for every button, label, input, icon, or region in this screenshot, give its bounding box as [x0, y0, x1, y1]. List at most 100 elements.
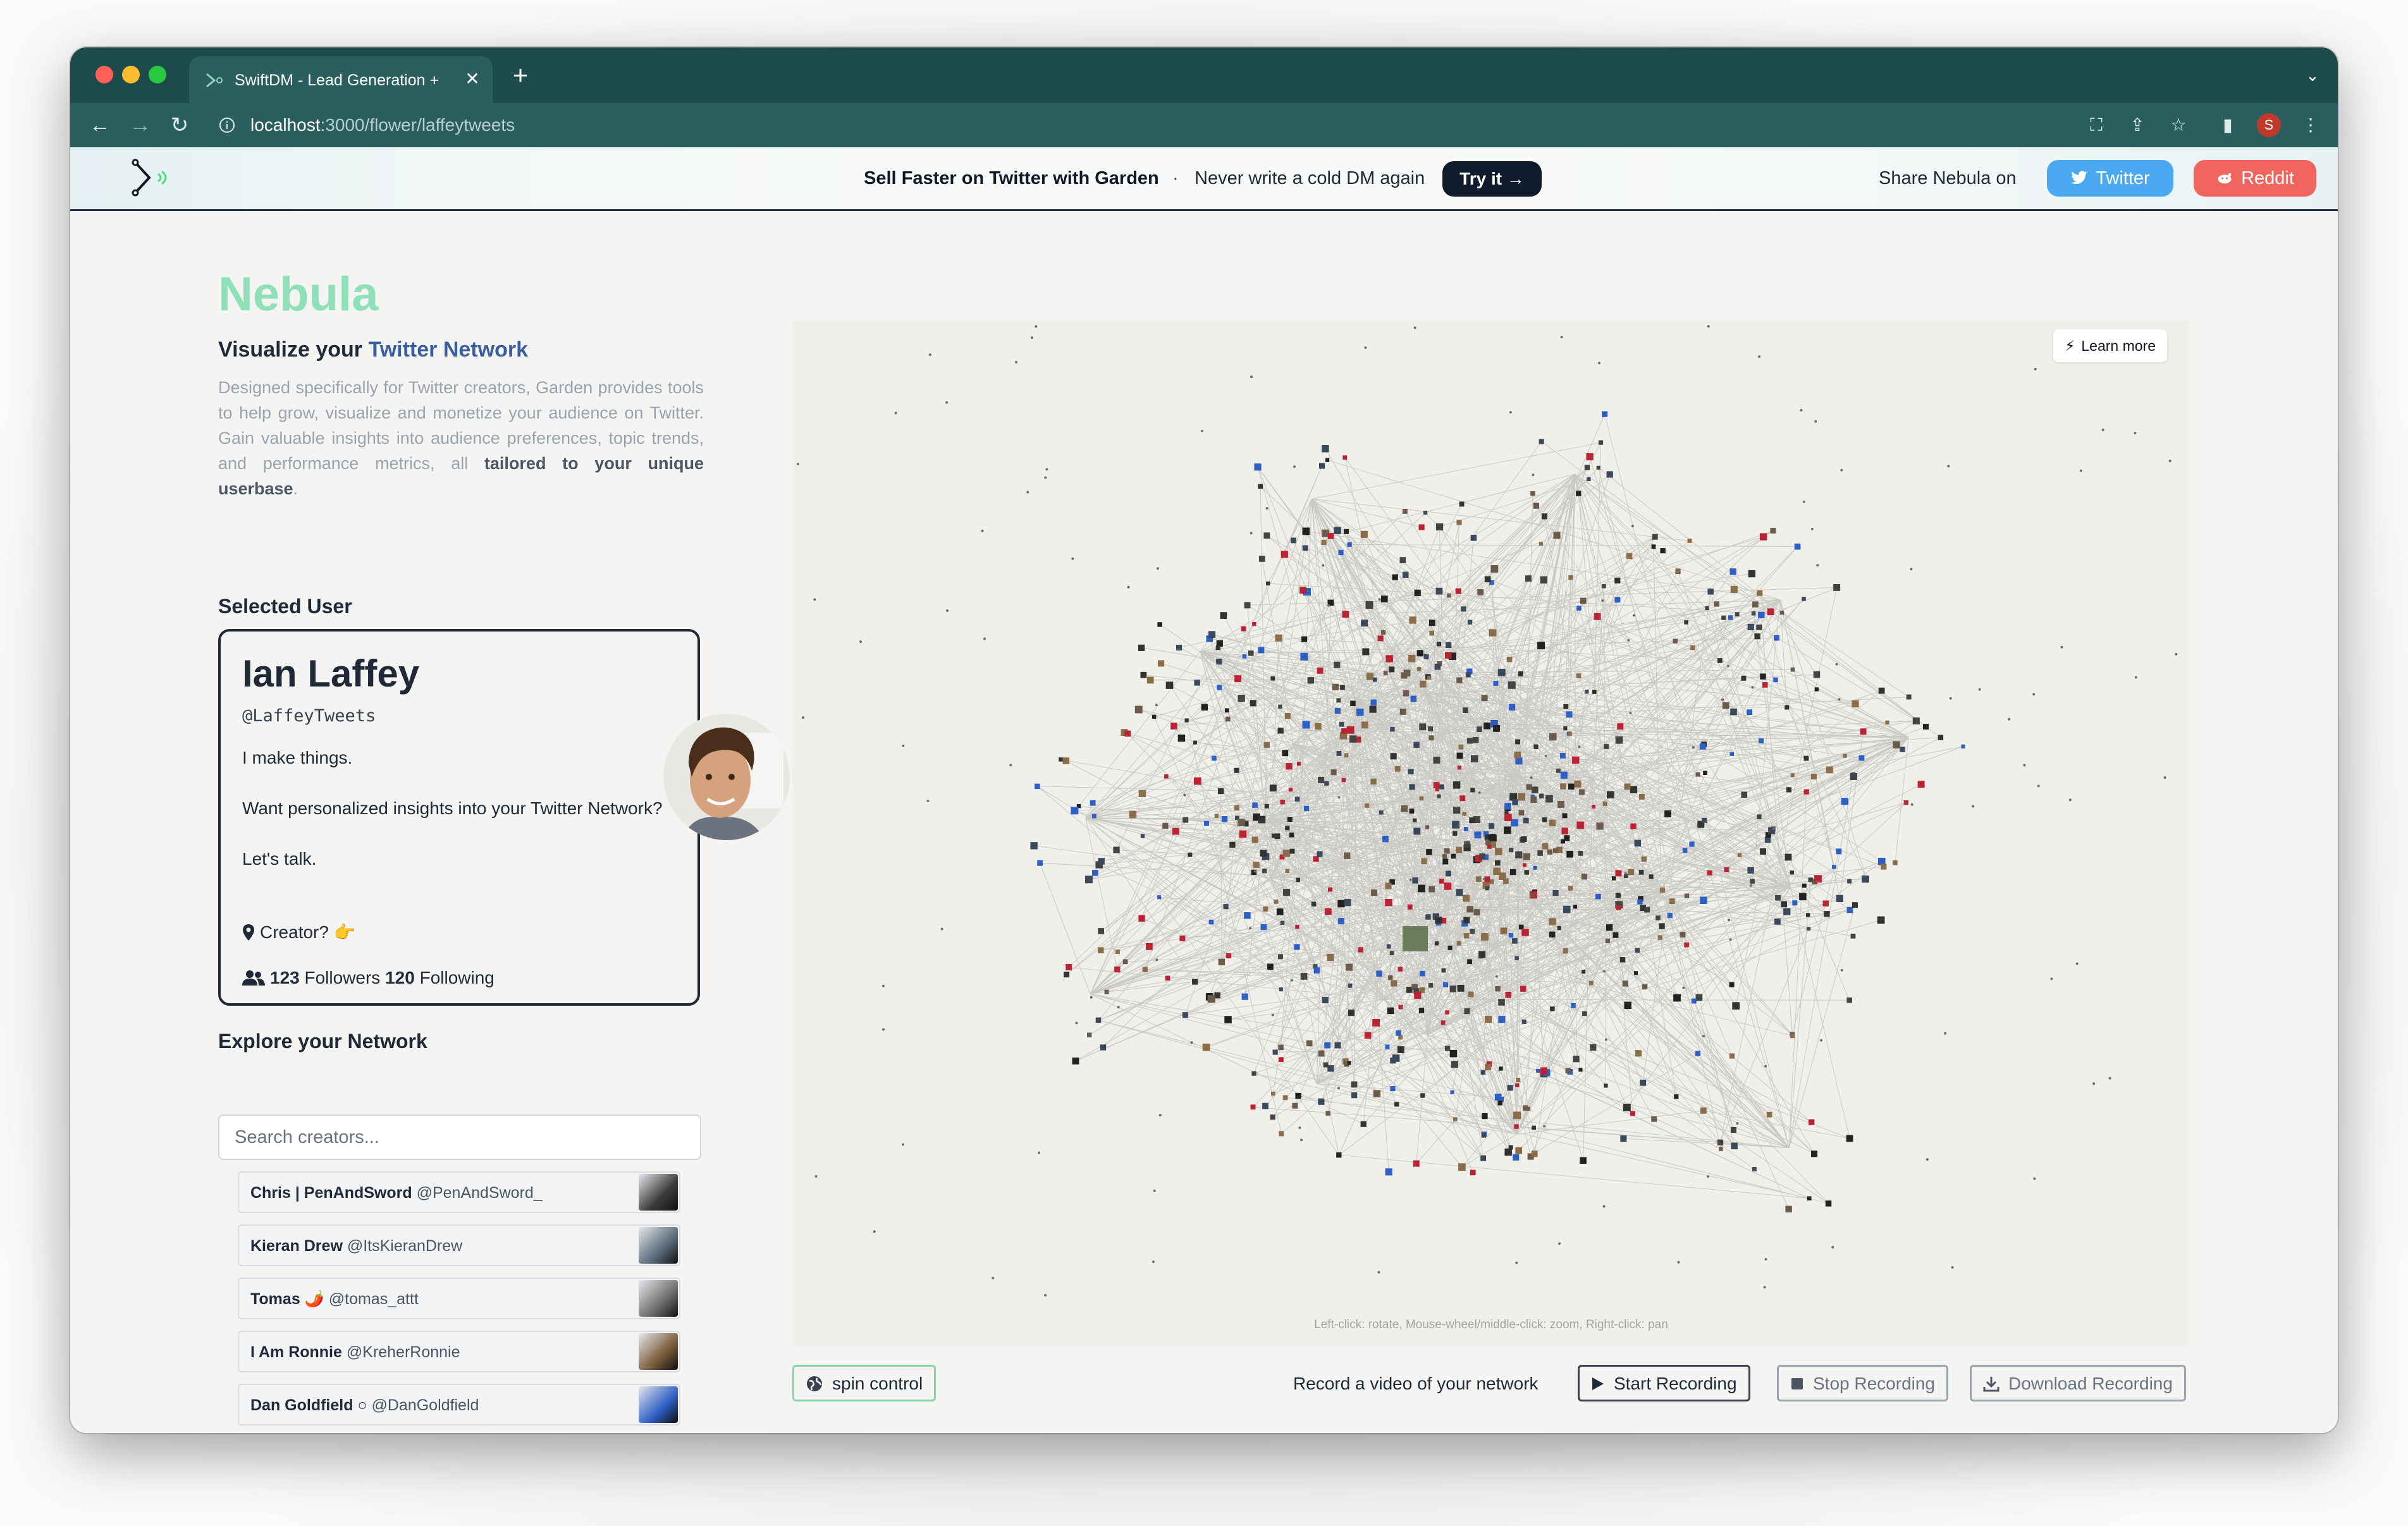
graph-node[interactable]	[1466, 738, 1473, 744]
graph-node[interactable]	[1207, 995, 1215, 1003]
graph-node[interactable]	[1306, 1040, 1313, 1047]
graph-node[interactable]	[1162, 822, 1169, 829]
graph-node[interactable]	[1504, 1148, 1512, 1156]
graph-node[interactable]	[1485, 1016, 1492, 1023]
graph-node[interactable]	[1560, 783, 1566, 790]
graph-node[interactable]	[1846, 907, 1853, 913]
graph-node[interactable]	[1390, 1057, 1396, 1064]
graph-node[interactable]	[1341, 728, 1347, 734]
graph-node[interactable]	[1349, 735, 1357, 743]
graph-node[interactable]	[1917, 781, 1925, 788]
graph-node[interactable]	[1390, 726, 1395, 732]
graph-node[interactable]	[1612, 876, 1616, 881]
graph-node[interactable]	[1530, 893, 1535, 898]
graph-node[interactable]	[1362, 648, 1370, 656]
graph-node[interactable]	[1449, 986, 1457, 992]
graph-node[interactable]	[1466, 906, 1473, 913]
bookmark-star-icon[interactable]: ☆	[2166, 113, 2190, 137]
graph-node[interactable]	[1532, 1151, 1537, 1156]
graph-node[interactable]	[1764, 837, 1771, 843]
graph-node[interactable]	[1407, 904, 1413, 910]
graph-node[interactable]	[1382, 836, 1389, 843]
graph-node[interactable]	[1325, 458, 1330, 462]
graph-node[interactable]	[1638, 870, 1644, 875]
graph-node[interactable]	[1481, 695, 1488, 702]
graph-node[interactable]	[1182, 1012, 1188, 1018]
graph-node[interactable]	[1684, 942, 1689, 948]
graph-node[interactable]	[1315, 723, 1322, 730]
graph-node[interactable]	[1258, 556, 1265, 562]
graph-node[interactable]	[1560, 771, 1568, 779]
graph-node[interactable]	[1442, 858, 1449, 865]
graph-node[interactable]	[1229, 841, 1236, 848]
graph-node[interactable]	[1258, 647, 1265, 654]
graph-node[interactable]	[1735, 612, 1740, 617]
graph-node[interactable]	[1576, 673, 1582, 678]
graph-node[interactable]	[1602, 411, 1608, 417]
graph-node[interactable]	[1722, 702, 1729, 709]
graph-node[interactable]	[1300, 652, 1308, 661]
graph-node[interactable]	[1581, 874, 1588, 880]
graph-node[interactable]	[1129, 810, 1137, 819]
graph-node[interactable]	[1514, 1124, 1519, 1129]
graph-node[interactable]	[1270, 1114, 1275, 1120]
graph-node[interactable]	[1412, 877, 1418, 884]
graph-node[interactable]	[1547, 849, 1553, 855]
graph-node[interactable]	[1664, 810, 1671, 817]
graph-node[interactable]	[1146, 676, 1154, 684]
graph-node[interactable]	[1220, 612, 1227, 619]
graph-node[interactable]	[1284, 713, 1291, 719]
graph-node[interactable]	[1758, 738, 1764, 744]
graph-node[interactable]	[1674, 1094, 1679, 1099]
graph-node[interactable]	[1296, 877, 1301, 882]
graph-node[interactable]	[1214, 814, 1219, 818]
graph-node[interactable]	[1285, 869, 1289, 874]
graph-node[interactable]	[1533, 503, 1540, 509]
graph-node[interactable]	[1651, 544, 1656, 549]
graph-node[interactable]	[1786, 787, 1792, 793]
graph-node[interactable]	[1825, 1200, 1832, 1207]
graph-node[interactable]	[1580, 1157, 1587, 1164]
graph-node[interactable]	[1578, 1068, 1583, 1072]
graph-node[interactable]	[1459, 501, 1465, 507]
graph-node[interactable]	[1741, 675, 1747, 681]
graph-node[interactable]	[1223, 904, 1229, 910]
graph-node[interactable]	[1409, 784, 1415, 790]
graph-node[interactable]	[1614, 597, 1621, 603]
graph-node[interactable]	[1507, 1085, 1513, 1091]
graph-node[interactable]	[1508, 681, 1516, 689]
graph-node[interactable]	[1428, 620, 1435, 626]
back-arrow-icon[interactable]: ←	[87, 112, 113, 138]
graph-node[interactable]	[1622, 980, 1628, 987]
graph-node[interactable]	[1420, 680, 1427, 688]
graph-node[interactable]	[1596, 465, 1600, 470]
graph-node[interactable]	[1433, 756, 1440, 764]
graph-node[interactable]	[1456, 752, 1463, 759]
graph-node[interactable]	[1602, 801, 1607, 806]
graph-node[interactable]	[1578, 851, 1583, 856]
graph-node[interactable]	[1279, 1131, 1284, 1137]
graph-node[interactable]	[1537, 642, 1545, 649]
graph-node[interactable]	[1700, 1107, 1707, 1114]
graph-node[interactable]	[1689, 841, 1695, 847]
graph-node[interactable]	[1521, 836, 1527, 842]
graph-node[interactable]	[1893, 741, 1900, 748]
graph-node[interactable]	[1380, 595, 1388, 602]
graph-node[interactable]	[1402, 571, 1409, 578]
graph-node[interactable]	[1215, 645, 1221, 650]
graph-node[interactable]	[1719, 1147, 1723, 1151]
graph-node[interactable]	[1324, 1042, 1330, 1049]
graph-node[interactable]	[1592, 805, 1596, 809]
graph-node[interactable]	[1729, 1053, 1735, 1059]
graph-node[interactable]	[1176, 644, 1182, 650]
graph-node[interactable]	[1652, 534, 1658, 540]
graph-node[interactable]	[1906, 694, 1912, 700]
graph-node[interactable]	[1620, 1135, 1627, 1142]
graph-node[interactable]	[1473, 909, 1480, 916]
graph-node[interactable]	[1263, 532, 1270, 539]
graph-node[interactable]	[1469, 817, 1475, 824]
graph-node[interactable]	[1480, 1155, 1487, 1161]
graph-node[interactable]	[1251, 1071, 1256, 1076]
graph-node[interactable]	[1568, 575, 1573, 580]
graph-node[interactable]	[1684, 893, 1690, 898]
